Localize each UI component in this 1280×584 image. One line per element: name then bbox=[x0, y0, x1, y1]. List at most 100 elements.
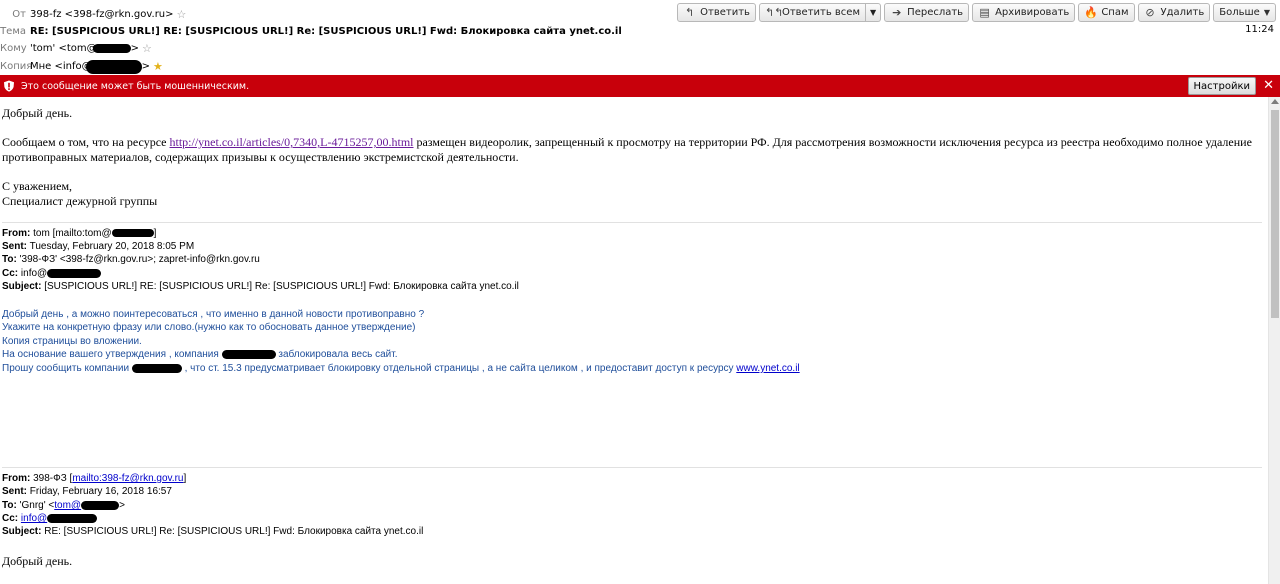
scam-settings-button[interactable]: Настройки bbox=[1187, 77, 1256, 95]
quote1-line-5: Прошу сообщить компании , что ст. 15.3 п… bbox=[2, 362, 800, 376]
cc-suffix: > bbox=[141, 61, 151, 72]
star-icon[interactable]: ☆ bbox=[177, 8, 187, 21]
subject-row: Тема RE: [SUSPICIOUS URL!] RE: [SUSPICIO… bbox=[0, 23, 622, 40]
to-value[interactable]: 'tom' <tom@ bbox=[30, 43, 97, 54]
article-link[interactable]: http://ynet.co.il/articles/0,7340,L-4715… bbox=[170, 135, 414, 149]
forward-button[interactable]: ➔ Переслать bbox=[884, 3, 970, 22]
chevron-down-icon: ▼ bbox=[1263, 8, 1270, 17]
subject-value: RE: [SUSPICIOUS URL!] RE: [SUSPICIOUS UR… bbox=[30, 26, 622, 37]
quote1-line-1: Добрый день , а можно поинтересоваться ,… bbox=[2, 309, 425, 320]
redaction-mark bbox=[221, 349, 276, 359]
divider bbox=[2, 467, 1262, 468]
quote2-to-link[interactable]: tom@ bbox=[54, 500, 81, 511]
forward-icon: ➔ bbox=[892, 6, 902, 19]
star-icon[interactable]: ☆ bbox=[142, 42, 152, 55]
delete-button[interactable]: ⊘ Удалить bbox=[1137, 3, 1211, 22]
quote2-cc-label: Cc: bbox=[2, 513, 19, 524]
archive-label: Архивировать bbox=[995, 7, 1070, 18]
scroll-up-icon[interactable] bbox=[1271, 99, 1279, 104]
quote1-line-2: Укажите на конкретную фразу или слово.(н… bbox=[2, 322, 416, 333]
redaction-mark bbox=[81, 500, 120, 510]
quote2-to-row: To: 'Gnrg' <tom@ > bbox=[2, 499, 125, 512]
reply-all-split: ↰↰ Ответить всем ▼ bbox=[758, 3, 882, 22]
quote1-from-row: From: tom [mailto:tom@] bbox=[2, 227, 156, 240]
quote2-to-label: To: bbox=[2, 500, 17, 511]
redaction-mark bbox=[85, 59, 142, 74]
spam-label: Спам bbox=[1101, 7, 1129, 18]
redaction-mark bbox=[131, 363, 182, 373]
quote1-subject-value: [SUSPICIOUS URL!] RE: [SUSPICIOUS URL!] … bbox=[44, 281, 519, 292]
redaction-mark bbox=[111, 229, 154, 238]
quote1-cc-value: info@ bbox=[20, 268, 48, 279]
message-body: Добрый день. Сообщаем о том, что на ресу… bbox=[0, 97, 1268, 584]
redaction-mark bbox=[47, 513, 98, 523]
reply-all-button[interactable]: ↰↰ Ответить всем bbox=[758, 3, 867, 22]
quote2-cc-link[interactable]: info@ bbox=[21, 513, 47, 524]
quote1-line-3: Копия страницы во вложении. bbox=[2, 336, 142, 347]
quote2-to-end: > bbox=[119, 500, 125, 511]
quote1-cc-row: Cc: info@ bbox=[2, 267, 102, 280]
reply-label: Ответить bbox=[700, 7, 750, 18]
quote2-sent-row: Sent: Friday, February 16, 2018 16:57 bbox=[2, 485, 172, 498]
spam-icon: 🔥 bbox=[1084, 6, 1099, 19]
chevron-down-icon: ▼ bbox=[870, 8, 877, 17]
cc-label: Копия bbox=[0, 61, 33, 72]
reply-button[interactable]: ↰ Ответить bbox=[677, 3, 756, 22]
quote2-to-value: 'Gnrg' < bbox=[19, 500, 55, 511]
quote2-from-value: 398-ФЗ [ bbox=[33, 473, 73, 484]
quote1-sent-value: Tuesday, February 20, 2018 8:05 PM bbox=[29, 241, 195, 252]
quote2-subject-value: RE: [SUSPICIOUS URL!] Re: [SUSPICIOUS UR… bbox=[44, 526, 424, 537]
forward-label: Переслать bbox=[907, 7, 964, 18]
quote2-sent-value: Friday, February 16, 2018 16:57 bbox=[29, 486, 172, 497]
from-row: От 398-fz <398-fz@rkn.gov.ru> ☆ bbox=[0, 6, 186, 23]
from-label: От bbox=[12, 9, 26, 20]
body-line-2: противоправных материалов, содержащих пр… bbox=[2, 150, 519, 164]
quote1-subject-label: Subject: bbox=[2, 281, 42, 292]
to-label: Кому bbox=[0, 43, 27, 54]
quote2-sent-label: Sent: bbox=[2, 486, 27, 497]
body-text-end: размещен видеоролик, запрещенный к просм… bbox=[413, 135, 1252, 149]
scam-warning-text: Это сообщение может быть мошенническим. bbox=[21, 80, 250, 92]
more-button[interactable]: Больше ▼ bbox=[1213, 3, 1276, 22]
quote2-subject-row: Subject: RE: [SUSPICIOUS URL!] Re: [SUSP… bbox=[2, 525, 423, 538]
quote2-cc-row: Cc: info@ bbox=[2, 512, 98, 525]
greeting: Добрый день. bbox=[2, 106, 73, 120]
quote1-line-4-start: На основание вашего утверждения , компан… bbox=[2, 349, 222, 360]
quote1-line-5-start: Прошу сообщить компании bbox=[2, 363, 132, 374]
regards: С уважением, bbox=[2, 179, 73, 193]
reply-all-dropdown[interactable]: ▼ bbox=[866, 3, 882, 22]
body-text-start: Сообщаем о том, что на ресурсе bbox=[2, 135, 170, 149]
reply-all-icon: ↰↰ bbox=[764, 6, 784, 19]
quote1-sent-row: Sent: Tuesday, February 20, 2018 8:05 PM bbox=[2, 240, 194, 253]
close-icon[interactable]: ✕ bbox=[1263, 78, 1274, 93]
ynet-link[interactable]: www.ynet.co.il bbox=[736, 363, 799, 374]
quote2-from-link[interactable]: mailto:398-fz@rkn.gov.ru bbox=[72, 473, 183, 484]
scam-warning-bar: Это сообщение может быть мошенническим. … bbox=[0, 75, 1280, 97]
signature: Специалист дежурной группы bbox=[2, 194, 158, 208]
quote1-line-4: На основание вашего утверждения , компан… bbox=[2, 348, 397, 362]
quote2-from-row: From: 398-ФЗ [mailto:398-fz@rkn.gov.ru] bbox=[2, 472, 186, 485]
scrollbar[interactable] bbox=[1268, 97, 1280, 584]
quote2-subject-label: Subject: bbox=[2, 526, 42, 537]
spam-button[interactable]: 🔥 Спам bbox=[1078, 3, 1135, 22]
shield-icon bbox=[4, 80, 14, 92]
quote1-from-label: From: bbox=[2, 228, 31, 239]
reply-icon: ↰ bbox=[685, 6, 695, 19]
redaction-mark bbox=[92, 44, 131, 53]
quote1-from-value: tom [mailto:tom@ bbox=[33, 228, 112, 239]
star-icon[interactable]: ★ bbox=[153, 60, 163, 73]
quote1-cc-label: Cc: bbox=[2, 268, 19, 279]
archive-button[interactable]: ▤ Архивировать bbox=[972, 3, 1076, 22]
message-time: 11:24 bbox=[1245, 24, 1274, 35]
delete-icon: ⊘ bbox=[1145, 6, 1155, 19]
divider bbox=[2, 222, 1262, 223]
quote1-from-end: ] bbox=[153, 228, 157, 239]
to-suffix: > bbox=[130, 43, 140, 54]
quote2-from-end: ] bbox=[183, 473, 187, 484]
cc-value[interactable]: Мне <info@ bbox=[30, 61, 92, 72]
quote1-line-5-mid: , что ст. 15.3 предусматривает блокировк… bbox=[181, 363, 737, 374]
scrollbar-thumb[interactable] bbox=[1271, 110, 1279, 318]
from-value[interactable]: 398-fz <398-fz@rkn.gov.ru> bbox=[30, 9, 174, 20]
quote1-line-4-end: заблокировала весь сайт. bbox=[275, 349, 398, 360]
quote1-to-value: '398-ФЗ' <398-fz@rkn.gov.ru>; zapret-inf… bbox=[19, 254, 260, 265]
